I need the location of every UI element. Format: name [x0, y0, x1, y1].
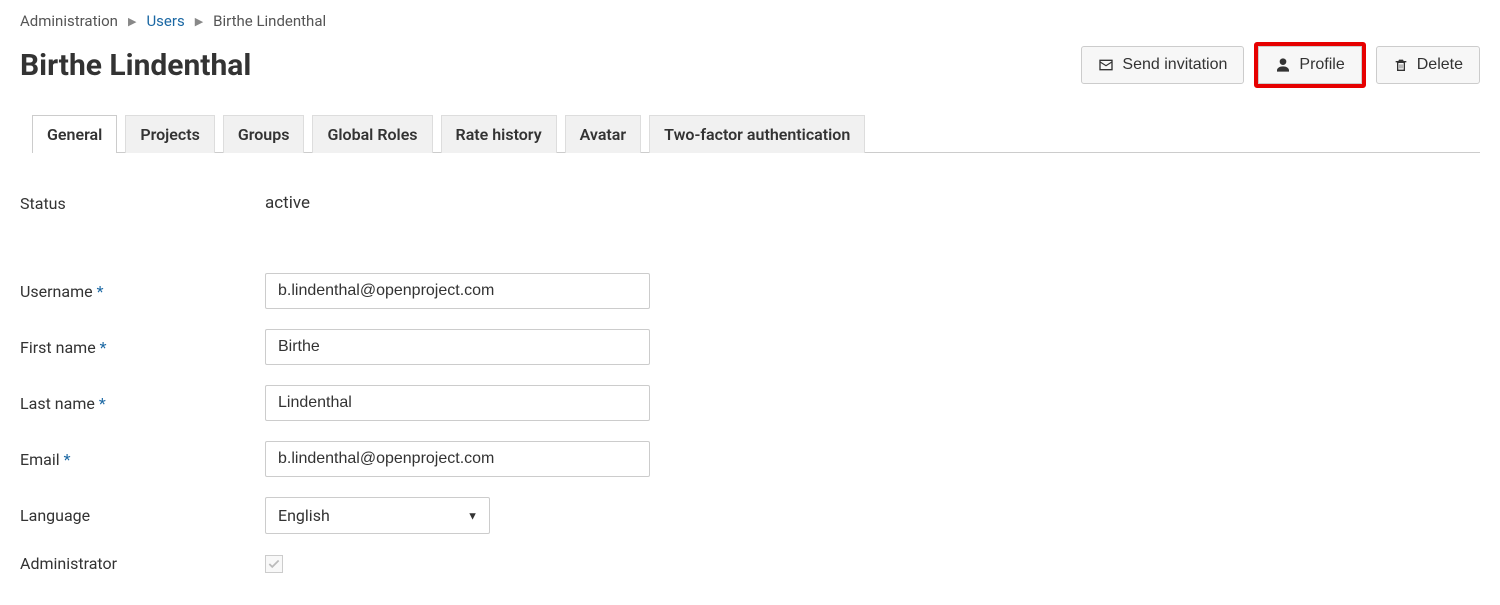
- lastname-input[interactable]: [265, 385, 650, 421]
- page-header: Birthe Lindenthal Send invitation Profil…: [20, 42, 1480, 88]
- username-row: Username*: [20, 273, 1480, 309]
- profile-button-highlight: Profile: [1254, 42, 1365, 88]
- lastname-label: Last name*: [20, 394, 265, 413]
- required-indicator: *: [97, 282, 104, 301]
- admin-label: Administrator: [20, 554, 265, 573]
- admin-checkbox[interactable]: [265, 555, 283, 573]
- firstname-label: First name*: [20, 338, 265, 357]
- chevron-right-icon: ▶: [195, 15, 203, 28]
- user-icon: [1275, 57, 1291, 73]
- username-label: Username*: [20, 282, 265, 301]
- admin-row: Administrator: [20, 554, 1480, 573]
- lastname-row: Last name*: [20, 385, 1480, 421]
- status-label: Status: [20, 194, 265, 213]
- email-row: Email*: [20, 441, 1480, 477]
- breadcrumb-users-link[interactable]: Users: [146, 12, 184, 30]
- tab-groups[interactable]: Groups: [223, 115, 305, 153]
- breadcrumb: Administration ▶ Users ▶ Birthe Lindenth…: [20, 12, 1480, 30]
- firstname-input[interactable]: [265, 329, 650, 365]
- email-label: Email*: [20, 450, 265, 469]
- tab-global-roles[interactable]: Global Roles: [312, 115, 432, 153]
- language-label: Language: [20, 506, 265, 525]
- language-row: Language English: [20, 497, 1480, 534]
- status-row: Status active: [20, 193, 1480, 213]
- mail-icon: [1098, 57, 1114, 73]
- delete-label: Delete: [1417, 56, 1463, 74]
- page-title: Birthe Lindenthal: [20, 48, 251, 83]
- send-invitation-button[interactable]: Send invitation: [1081, 46, 1244, 84]
- profile-button[interactable]: Profile: [1258, 46, 1361, 84]
- tab-general[interactable]: General: [32, 115, 117, 153]
- status-value: active: [265, 193, 310, 213]
- email-input[interactable]: [265, 441, 650, 477]
- required-indicator: *: [99, 394, 106, 413]
- breadcrumb-root: Administration: [20, 12, 118, 30]
- tabs: General Projects Groups Global Roles Rat…: [32, 114, 1480, 153]
- required-indicator: *: [64, 450, 71, 469]
- tab-avatar[interactable]: Avatar: [565, 115, 642, 153]
- tab-two-factor[interactable]: Two-factor authentication: [649, 115, 865, 153]
- tab-projects[interactable]: Projects: [125, 115, 215, 153]
- profile-label: Profile: [1299, 56, 1344, 74]
- delete-button[interactable]: Delete: [1376, 46, 1480, 84]
- language-select[interactable]: English: [265, 497, 490, 534]
- breadcrumb-current: Birthe Lindenthal: [213, 12, 326, 30]
- trash-icon: [1393, 57, 1409, 73]
- username-input[interactable]: [265, 273, 650, 309]
- tab-rate-history[interactable]: Rate history: [441, 115, 557, 153]
- header-actions: Send invitation Profile Delete: [1081, 42, 1480, 88]
- send-invitation-label: Send invitation: [1122, 56, 1227, 74]
- chevron-right-icon: ▶: [128, 15, 136, 28]
- required-indicator: *: [100, 338, 107, 357]
- firstname-row: First name*: [20, 329, 1480, 365]
- user-form: Status active Username* First name* Last…: [20, 193, 1480, 573]
